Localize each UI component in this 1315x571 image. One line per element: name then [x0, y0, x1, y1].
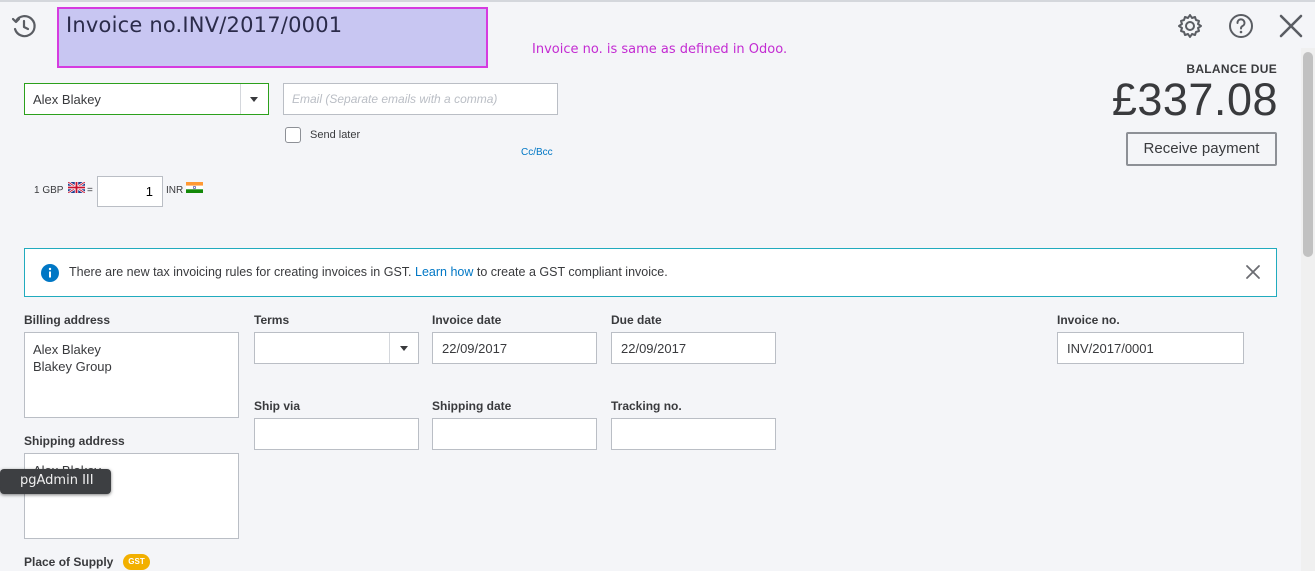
place-of-supply-label: Place of Supply	[24, 555, 114, 569]
send-later-label: Send later	[310, 129, 361, 141]
shipping-date-input[interactable]	[432, 418, 597, 450]
annotation-note: Invoice no. is same as defined in Odoo.	[532, 42, 788, 57]
page-title: Invoice no.INV/2017/0001	[66, 13, 343, 37]
email-input[interactable]	[283, 83, 558, 115]
invoice-no-input[interactable]	[1057, 332, 1244, 364]
send-later-checkbox[interactable]	[285, 127, 301, 143]
learn-how-link[interactable]: Learn how	[415, 265, 473, 279]
shipping-address-label: Shipping address	[24, 434, 125, 448]
scrollbar-thumb[interactable]	[1303, 52, 1313, 257]
ship-via-input[interactable]	[254, 418, 419, 450]
customer-value: Alex Blakey	[33, 92, 101, 107]
billing-address-line: Blakey Group	[33, 359, 112, 374]
chevron-down-icon[interactable]	[400, 346, 408, 351]
tracking-no-input[interactable]	[611, 418, 776, 450]
shipping-address-field[interactable]: Alex Blakey	[24, 453, 239, 539]
exchange-target-currency: INR	[166, 185, 184, 196]
terms-label: Terms	[254, 313, 290, 327]
invoice-date-input[interactable]	[432, 332, 597, 364]
banner-text-before: There are new tax invoicing rules for cr…	[69, 265, 415, 279]
billing-address-line: Alex Blakey	[33, 342, 101, 357]
info-icon	[41, 264, 59, 282]
tooltip-arrow	[0, 476, 1, 488]
customer-select-divider	[240, 84, 241, 114]
help-icon[interactable]	[1228, 13, 1254, 39]
due-date-input[interactable]	[611, 332, 776, 364]
close-icon[interactable]	[1278, 13, 1304, 39]
exchange-base-currency: 1 GBP	[34, 185, 64, 196]
banner-close-icon[interactable]	[1245, 264, 1261, 280]
ship-via-label: Ship via	[254, 399, 301, 413]
invoice-date-label: Invoice date	[432, 313, 502, 327]
exchange-rate-input[interactable]	[97, 176, 163, 207]
receive-payment-button[interactable]: Receive payment	[1126, 132, 1277, 166]
chevron-down-icon[interactable]	[250, 97, 258, 102]
history-icon[interactable]	[10, 12, 38, 40]
gst-badge: GST	[123, 554, 150, 570]
cc-bcc-link[interactable]: Cc/Bcc	[521, 147, 553, 158]
exchange-equals: =	[87, 185, 93, 196]
top-border	[0, 0, 1315, 2]
invoice-no-label: Invoice no.	[1057, 313, 1120, 327]
tooltip-text: pgAdmin III	[20, 473, 94, 488]
uk-flag-icon	[68, 182, 85, 193]
banner-text-after: to create a GST compliant invoice.	[473, 265, 668, 279]
terms-select[interactable]	[254, 332, 419, 364]
balance-due-amount: £337.08	[1111, 74, 1278, 125]
shipping-date-label: Shipping date	[432, 399, 512, 413]
billing-address-label: Billing address	[24, 313, 111, 327]
billing-address-field[interactable]: Alex Blakey Blakey Group	[24, 332, 239, 418]
due-date-label: Due date	[611, 313, 662, 327]
terms-select-divider	[389, 333, 390, 363]
tracking-no-label: Tracking no.	[611, 399, 682, 413]
banner-message: There are new tax invoicing rules for cr…	[69, 265, 668, 279]
gear-icon[interactable]	[1176, 12, 1204, 40]
india-flag-icon	[186, 182, 203, 193]
